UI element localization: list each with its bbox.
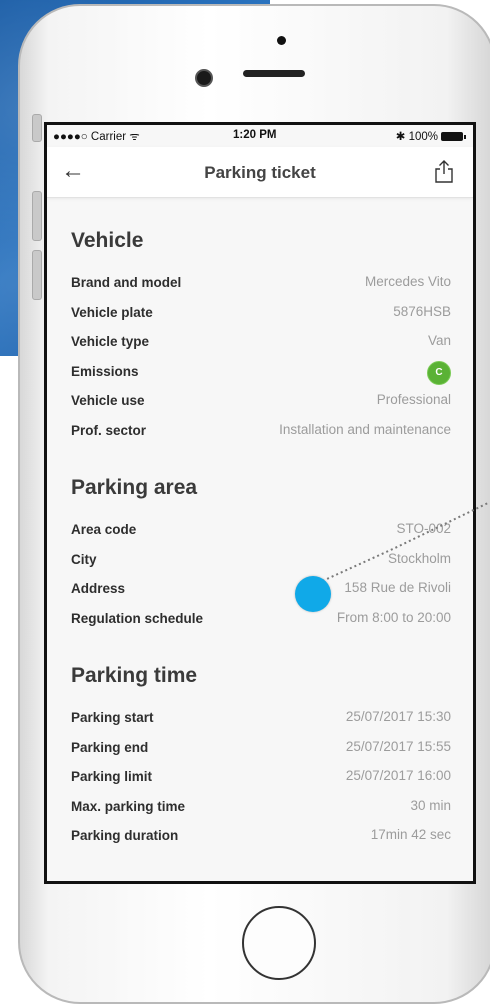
brand-model-value: Mercedes Vito [364,274,451,289]
page-title: Parking ticket [204,163,316,182]
detail-row: Emissions C [71,358,451,388]
area-code-value: STO-002 [396,521,451,536]
vehicle-use-value: Professional [376,392,451,407]
address-value: 158 Rue de Rivoli [344,580,451,595]
plate-label: Vehicle plate [71,304,153,320]
front-camera [195,69,213,87]
parking-end-value: 25/07/2017 15:55 [345,738,451,754]
schedule-value: From 8:00 to 20:00 [336,609,451,625]
detail-row: Vehicle plate 5876HSB [71,299,451,329]
parking-limit-label: Parking limit [71,769,153,784]
volume-up-button [32,191,42,241]
phone-screen: ●●●●○ Carrier ᯤ 1:20 PM ✱ 100% ← Parking… [44,122,476,884]
area-code-label: Area code [71,522,137,537]
prof-sector-value: Installation and maintenance [279,421,451,437]
detail-row: Brand and model Mercedes Vito [71,269,451,299]
detail-row: Max. parking time 30 min [71,793,451,823]
battery-indicator: ✱ 100% [395,129,466,143]
duration-value: 17min 42 sec [370,827,451,842]
detail-row: Vehicle use Professional [71,387,451,417]
clock: 1:20 PM [233,129,277,141]
parking-limit-value: 25/07/2017 16:00 [345,768,451,783]
address-label: Address [71,581,126,596]
plate-value: 5876HSB [393,303,451,319]
mute-switch [32,114,42,142]
schedule-label: Regulation schedule [71,610,204,626]
city-value: Stockholm [387,550,451,566]
detail-row: Parking limit 25/07/2017 16:00 [71,763,451,793]
detail-row: Prof. sector Installation and maintenanc… [71,417,451,447]
vehicle-type-label: Vehicle type [71,334,150,349]
home-button[interactable] [242,906,316,980]
brand-model-label: Brand and model [71,275,182,290]
volume-down-button [32,250,42,300]
vehicle-type-value: Van [427,333,451,348]
tap-indicator [295,576,331,612]
earpiece-speaker [243,70,305,77]
ticket-details: Vehicle Brand and model Mercedes Vito Ve… [71,229,451,852]
detail-row: City Stockholm [71,546,451,576]
detail-row: Parking end 25/07/2017 15:55 [71,734,451,764]
parking-area-section-title: Parking area [71,476,198,499]
parking-end-label: Parking end [71,739,149,755]
detail-row: Address 158 Rue de Rivoli [71,575,451,605]
vehicle-section-title: Vehicle [71,229,144,252]
prof-sector-label: Prof. sector [71,422,147,438]
detail-row: Parking duration 17min 42 sec [71,822,451,852]
max-time-label: Max. parking time [71,798,186,814]
detail-row: Area code STO-002 [71,516,451,546]
detail-row: Parking start 25/07/2017 15:30 [71,704,451,734]
city-label: City [71,551,97,567]
battery-icon [441,131,466,141]
status-bar: ●●●●○ Carrier ᯤ 1:20 PM ✱ 100% [47,125,473,147]
detail-row: Vehicle type Van [71,328,451,358]
parking-start-label: Parking start [71,710,154,725]
share-icon[interactable] [433,159,455,183]
detail-row: Regulation schedule From 8:00 to 20:00 [71,605,451,635]
carrier-label: ●●●●○ Carrier ᯤ [53,131,140,143]
vehicle-use-label: Vehicle use [71,393,145,408]
parking-start-value: 25/07/2017 15:30 [345,709,451,724]
duration-label: Parking duration [71,828,179,843]
navigation-bar: ← Parking ticket [47,147,473,198]
max-time-value: 30 min [410,797,451,813]
emissions-label: Emissions [71,363,139,379]
emissions-badge: C [427,360,451,385]
proximity-sensor [277,36,286,45]
parking-time-section-title: Parking time [71,664,198,687]
battery-label: ✱ 100% [395,131,438,143]
